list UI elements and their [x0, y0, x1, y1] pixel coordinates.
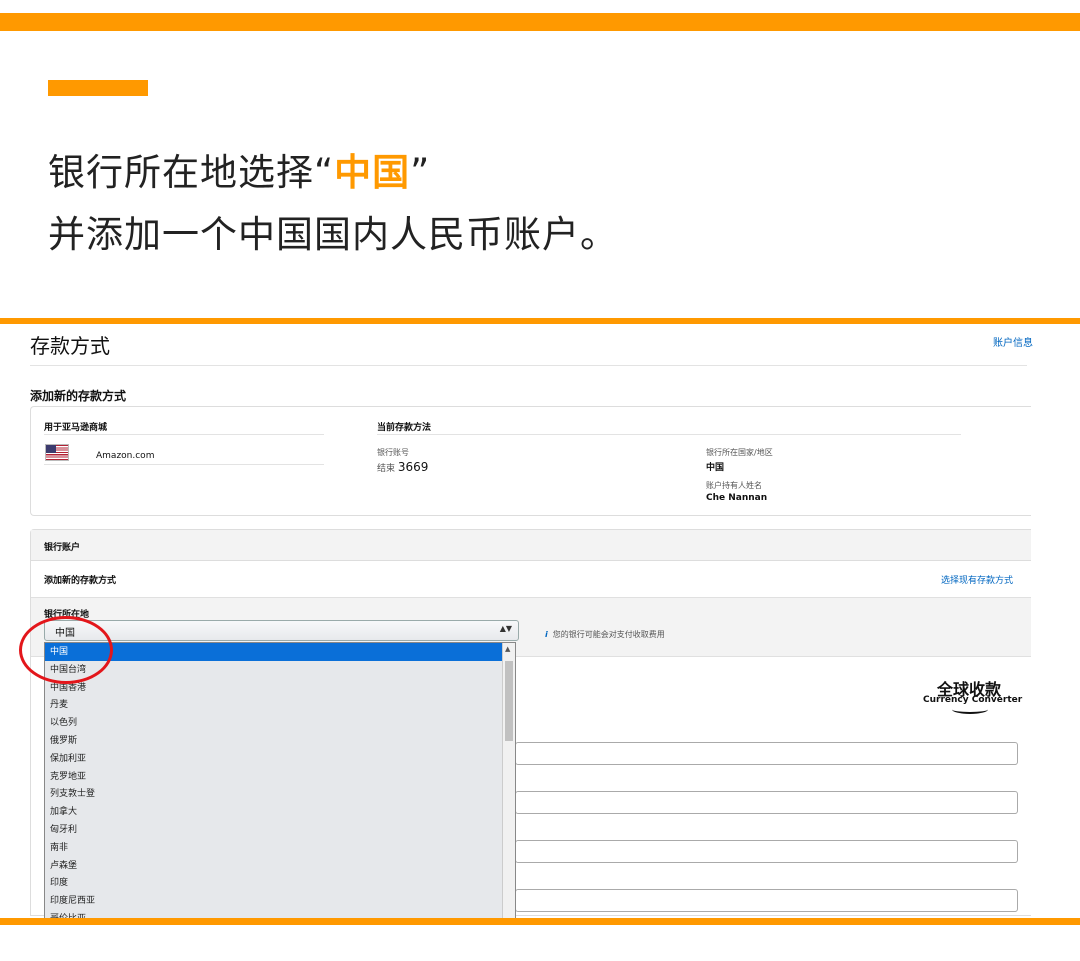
dropdown-option[interactable]: 俄罗斯	[45, 732, 503, 750]
dropdown-option[interactable]: 印度	[45, 874, 503, 892]
page-title: 存款方式	[30, 334, 110, 358]
holder-label: 账户持有人姓名	[706, 481, 762, 490]
current-method-card: 用于亚马逊商城 Amazon.com 当前存款方法 银行账号 结束 3669 银…	[30, 406, 1031, 516]
select-arrows-icon: ▲▼	[499, 624, 512, 633]
amazon-smile-icon	[952, 705, 988, 714]
dropdown-option[interactable]: 印度尼西亚	[45, 892, 503, 910]
annotation-red-circle	[19, 616, 113, 684]
select-existing-link[interactable]: 选择现有存款方式	[941, 573, 1013, 586]
headline-line-1: 银行所在地选择“中国”	[48, 151, 430, 195]
form-input-1[interactable]	[515, 742, 1018, 765]
bank-account-header: 银行账户	[44, 543, 81, 553]
ending-prefix: 结束	[377, 464, 396, 474]
dropdown-option[interactable]: 哥伦比亚	[45, 910, 503, 918]
form-input-4[interactable]	[515, 889, 1018, 912]
country-value: 中国	[706, 463, 725, 473]
bank-account-header-bar: 银行账户	[31, 530, 1031, 561]
dropdown-scrollbar[interactable]: ▲	[502, 643, 515, 918]
fee-info: i 您的银行可能会对支付收取费用	[545, 629, 665, 640]
form-input-2[interactable]	[515, 791, 1018, 814]
section-title: 添加新的存款方式	[30, 389, 127, 403]
dropdown-option[interactable]: 中国	[45, 643, 503, 661]
fee-info-text: 您的银行可能会对支付收取费用	[552, 630, 665, 639]
top-accent-bar	[0, 13, 1080, 31]
headline-suffix: ”	[410, 151, 431, 194]
bank-location-select[interactable]: 中国 ▲▼	[44, 620, 519, 641]
title-divider	[30, 365, 1027, 366]
ending-digits: 3669	[397, 460, 429, 474]
dropdown-option[interactable]: 以色列	[45, 714, 503, 732]
headline-prefix: 银行所在地选择“	[48, 151, 335, 194]
dropdown-option[interactable]: 卢森堡	[45, 857, 503, 875]
dropdown-option[interactable]: 中国香港	[45, 679, 503, 697]
us-flag-icon	[45, 444, 69, 461]
holder-value: Che Nannan	[706, 493, 768, 503]
dropdown-option[interactable]: 保加利亚	[45, 750, 503, 768]
current-method-divider	[377, 434, 961, 435]
title-accent-mark	[48, 80, 148, 96]
account-info-link[interactable]: 账户信息	[993, 334, 1033, 349]
country-label: 银行所在国家/地区	[706, 448, 773, 457]
marketplace-name: Amazon.com	[96, 451, 155, 461]
dropdown-option[interactable]: 克罗地亚	[45, 768, 503, 786]
headline-line-2: 并添加一个中国国内人民币账户。	[48, 213, 618, 256]
dropdown-option[interactable]: 加拿大	[45, 803, 503, 821]
current-method-header: 当前存款方法	[377, 423, 432, 433]
form-input-3[interactable]	[515, 840, 1018, 863]
info-icon: i	[545, 630, 548, 639]
dropdown-option[interactable]: 列支敦士登	[45, 785, 503, 803]
embedded-screenshot: 存款方式 账户信息 添加新的存款方式 用于亚马逊商城 Amazon.com 当前…	[0, 324, 1080, 918]
account-ending: 结束 3669	[377, 460, 428, 474]
scrollbar-thumb[interactable]	[505, 661, 513, 741]
section-divider-bottom	[0, 918, 1080, 925]
dropdown-option[interactable]: 南非	[45, 839, 503, 857]
dropdown-option[interactable]: 匈牙利	[45, 821, 503, 839]
logo-en-text: Currency Converter	[923, 695, 1023, 705]
add-new-method-label: 添加新的存款方式	[44, 576, 117, 586]
marketplace-divider-bottom	[44, 464, 324, 465]
country-dropdown-list[interactable]: 中国 中国台湾 中国香港 丹麦 以色列 俄罗斯 保加利亚 克罗地亚 列支敦士登 加拿大 匈牙利 南非卢…	[44, 642, 516, 918]
dropdown-option[interactable]: 丹麦	[45, 696, 503, 714]
scroll-up-icon[interactable]: ▲	[505, 645, 510, 653]
headline-highlight: 中国	[334, 151, 411, 194]
marketplace-header: 用于亚马逊商城	[44, 423, 108, 433]
bank-account-label: 银行账号	[377, 448, 409, 457]
dropdown-option[interactable]: 中国台湾	[45, 661, 503, 679]
marketplace-divider	[44, 434, 324, 435]
